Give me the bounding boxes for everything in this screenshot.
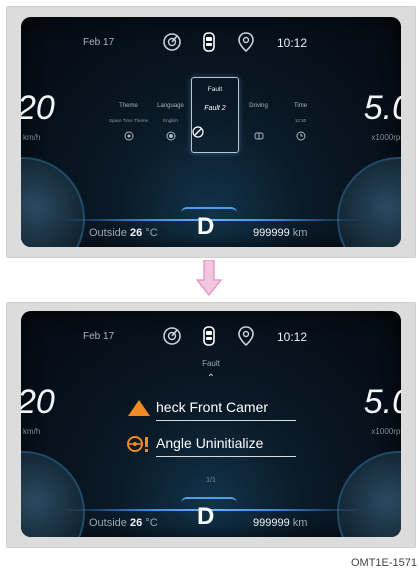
gear-indicator: D	[197, 213, 215, 240]
fault-list-item[interactable]: Angle Uninitialize	[126, 433, 296, 457]
menu-item-theme[interactable]: Theme Space Time Theme	[107, 81, 150, 146]
cluster-frame-menu: Feb 17 10:12 20 km/h 5.0 x1000rpm	[6, 6, 416, 258]
temp-unit: °C	[145, 227, 158, 239]
warning-triangle-icon	[128, 400, 150, 416]
odometer-value: 999999	[253, 227, 290, 239]
settings-menu: Theme Space Time Theme Language English …	[107, 77, 322, 181]
divider	[156, 456, 296, 457]
top-status-bar: Feb 17 10:12	[21, 325, 401, 349]
date-label: Feb 17	[83, 331, 115, 342]
menu-item-time[interactable]: Time 12:30	[279, 81, 322, 146]
fault-item-text: Angle Uninitialize	[156, 435, 264, 451]
speedometer-icon[interactable]	[161, 31, 183, 53]
bottom-status-bar: Outside 26 °C D 999999 km	[21, 207, 401, 247]
location-pin-icon[interactable]	[235, 325, 257, 347]
menu-value-time: 12:30	[294, 118, 307, 123]
temp-unit: °C	[145, 517, 158, 529]
top-status-bar: Feb 17 10:12	[21, 31, 401, 55]
car-icon[interactable]	[198, 325, 220, 347]
menu-label-language: Language	[157, 103, 184, 109]
clock: 10:12	[277, 330, 308, 344]
cluster-screen: Feb 17 10:12 20 km/h 5.0 x1000rpm Fault	[21, 311, 401, 537]
divider	[156, 420, 296, 421]
outside-label: Outside	[89, 227, 127, 239]
menu-item-driving[interactable]: Driving	[237, 81, 280, 146]
menu-value-language: English	[163, 118, 178, 123]
odometer: 999999 km	[253, 227, 307, 239]
arrow-down-icon	[196, 260, 222, 296]
menu-label-theme: Theme	[119, 103, 138, 109]
cluster-screen: Feb 17 10:12 20 km/h 5.0 x1000rpm	[21, 17, 401, 247]
menu-label-fault: Fault	[207, 86, 223, 93]
menu-value-fault: Fault 2	[204, 105, 226, 112]
bottom-status-bar: Outside 26 °C D 999999 km	[21, 497, 401, 537]
location-pin-icon[interactable]	[235, 31, 257, 53]
rpm-value: 5.0	[363, 89, 401, 127]
menu-item-fault-selected[interactable]: Fault Fault 2	[191, 77, 239, 153]
outside-temperature: Outside 26 °C	[89, 227, 158, 239]
menu-label-driving: Driving	[249, 103, 268, 109]
speed-value: 20	[21, 383, 55, 421]
rpm-value: 5.0	[363, 383, 401, 421]
gear-indicator: D	[197, 503, 215, 530]
speedometer-icon[interactable]	[161, 325, 183, 347]
speed-unit: km/h	[23, 427, 41, 436]
menu-label-time: Time	[293, 103, 308, 109]
steering-angle-warning-icon	[127, 436, 148, 452]
fault-icon	[192, 126, 204, 138]
date-label: Feb 17	[83, 37, 115, 48]
menu-value-theme: Space Time Theme	[109, 118, 148, 123]
rpm-unit: x1000rpm	[371, 133, 401, 142]
menu-item-language[interactable]: Language English	[149, 81, 192, 146]
page-indicator: 1/1	[206, 477, 216, 484]
car-icon[interactable]	[198, 31, 220, 53]
figure-code: OMT1E-1571	[350, 557, 417, 569]
rpm-unit: x1000rpm	[371, 427, 401, 436]
speed-unit: km/h	[23, 133, 41, 142]
cluster-frame-fault: Feb 17 10:12 20 km/h 5.0 x1000rpm Fault	[6, 302, 416, 548]
fault-item-text: heck Front Camer	[156, 399, 269, 415]
fault-list-item[interactable]: heck Front Camer	[126, 397, 296, 421]
theme-icon	[124, 131, 133, 141]
odometer-unit: km	[292, 517, 308, 529]
clock-icon	[296, 131, 305, 141]
outside-label: Outside	[89, 517, 127, 529]
outside-temperature: Outside 26 °C	[89, 517, 158, 529]
odometer-value: 999999	[253, 517, 290, 529]
driving-icon	[254, 132, 263, 140]
language-icon	[166, 131, 175, 141]
outside-temp-value: 26	[129, 227, 143, 239]
outside-temp-value: 26	[129, 517, 143, 529]
odometer: 999999 km	[253, 517, 307, 529]
speed-value: 20	[21, 89, 55, 127]
chevron-up-icon[interactable]: ⌃	[21, 373, 401, 384]
odometer-unit: km	[292, 227, 308, 239]
fault-list-title: Fault	[202, 359, 220, 368]
clock: 10:12	[277, 36, 308, 50]
